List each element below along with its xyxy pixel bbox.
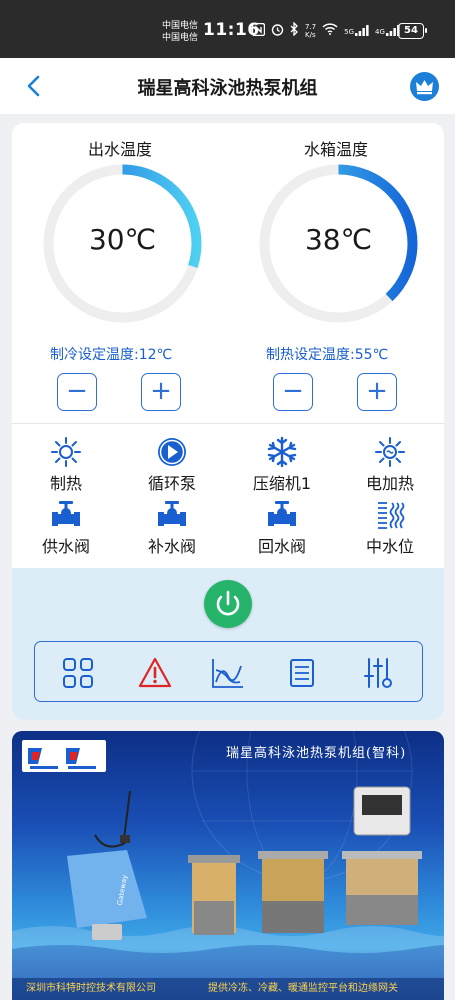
bluetooth-icon — [290, 21, 299, 39]
valve-icon — [158, 501, 186, 526]
device-return-valve-label: 回水阀 — [257, 537, 306, 556]
device-circulation-pump-label: 循环泵 — [147, 474, 196, 493]
tank-temp-gauge: 38℃ — [256, 161, 421, 326]
device-supply-valve-label: 供水阀 — [41, 537, 90, 556]
cooling-minus-button[interactable]: − — [57, 373, 97, 411]
grid-icon[interactable] — [61, 656, 95, 690]
status-bar: 中国电信 中国电信 11:16 7.7 K/s 5G 4G 54 — [0, 0, 455, 58]
device-water-level: 中水位 — [345, 499, 435, 557]
valve-icon — [52, 501, 80, 526]
page-title: 瑞星高科泳池热泵机组 — [137, 78, 318, 99]
tank-temp-value: 38℃ — [304, 223, 373, 256]
control-panel — [12, 568, 444, 720]
device-supply-valve: 供水阀 — [21, 499, 111, 557]
heating-setpoint-label: 制热设定温度:55℃ — [266, 347, 389, 363]
carrier-1: 中国电信 — [162, 21, 199, 31]
heating-minus-button[interactable]: − — [273, 373, 313, 411]
chart-icon[interactable] — [211, 656, 245, 690]
banner-company: 深圳市科特时控技术有限公司 — [26, 983, 156, 994]
device-return-valve: 回水阀 — [237, 499, 327, 557]
signal-4g: 4G — [375, 25, 400, 36]
control-card: 出水温度 30℃ 水箱温度 38℃ 制冷设定温度:12℃ 制热设定温度:55℃ … — [12, 123, 444, 720]
cooling-plus-button[interactable]: + — [141, 373, 181, 411]
nfc-icon — [251, 22, 266, 39]
heater-icon — [375, 437, 405, 467]
carrier-2: 中国电信 — [162, 33, 199, 43]
device-compressor-1: 压缩机1 — [237, 436, 327, 494]
device-water-level-label: 中水位 — [365, 537, 414, 556]
tank-temp-title: 水箱温度 — [303, 140, 368, 159]
carrier-info: 中国电信 中国电信 — [162, 20, 198, 44]
device-heating-label: 制热 — [49, 474, 82, 493]
banner-brand-text: 瑞星高科泳池热泵机组(智科) — [226, 746, 407, 761]
signal-5g: 5G — [344, 25, 369, 36]
network-speed-unit: K/s — [305, 30, 316, 39]
network-speed: 7.7 K/s — [305, 23, 316, 39]
list-icon[interactable] — [285, 656, 319, 690]
device-electric-heater: 电加热 — [345, 436, 435, 494]
alarm-icon[interactable] — [138, 656, 172, 690]
device-compressor-1-label: 压缩机1 — [252, 474, 312, 493]
battery-indicator: 54 — [398, 23, 427, 39]
function-nav-bar — [34, 641, 423, 702]
power-button[interactable] — [204, 580, 252, 628]
device-heating: 制热 — [21, 436, 111, 494]
device-electric-heater-label: 电加热 — [365, 474, 414, 493]
outlet-temp-gauge: 30℃ — [40, 161, 205, 326]
outlet-temp-title: 出水温度 — [87, 140, 152, 159]
banner-footer: 深圳市科特时控技术有限公司 提供冷冻、冷藏、暖通监控平台和边缘网关 — [12, 978, 444, 1000]
divider — [12, 423, 444, 424]
snowflake-icon — [267, 436, 297, 468]
banner-slogan: 提供冷冻、冷藏、暖通监控平台和边缘网关 — [208, 983, 398, 994]
heating-plus-button[interactable]: + — [357, 373, 397, 411]
signal-5g-label: 5G — [344, 28, 355, 36]
device-circulation-pump: 循环泵 — [127, 436, 217, 494]
status-icons: 7.7 K/s 5G 4G — [251, 21, 400, 39]
cooling-setpoint-label: 制冷设定温度:12℃ — [50, 347, 173, 363]
power-icon — [216, 590, 240, 616]
signal-4g-label: 4G — [375, 28, 385, 36]
outlet-temp-value: 30℃ — [88, 223, 157, 256]
brand-logo — [22, 740, 106, 772]
advertisement-banner[interactable]: 瑞星高科泳池热泵机组(智科) Gateway 深圳市科特时控技术有限公司 提供冷… — [12, 731, 444, 1000]
alarm-clock-icon — [271, 23, 284, 39]
crown-button[interactable] — [410, 72, 439, 101]
settings-sliders-icon[interactable] — [361, 656, 395, 690]
sun-icon — [51, 437, 81, 467]
network-speed-value: 7.7 — [305, 22, 317, 31]
valve-icon — [268, 501, 296, 526]
wifi-icon — [322, 23, 338, 38]
water-level-icon — [378, 502, 405, 529]
device-makeup-valve-label: 补水阀 — [147, 537, 196, 556]
device-makeup-valve: 补水阀 — [127, 499, 217, 557]
app-header: 瑞星高科泳池热泵机组 — [0, 58, 455, 114]
crown-icon — [416, 80, 433, 95]
pump-icon — [158, 438, 186, 466]
